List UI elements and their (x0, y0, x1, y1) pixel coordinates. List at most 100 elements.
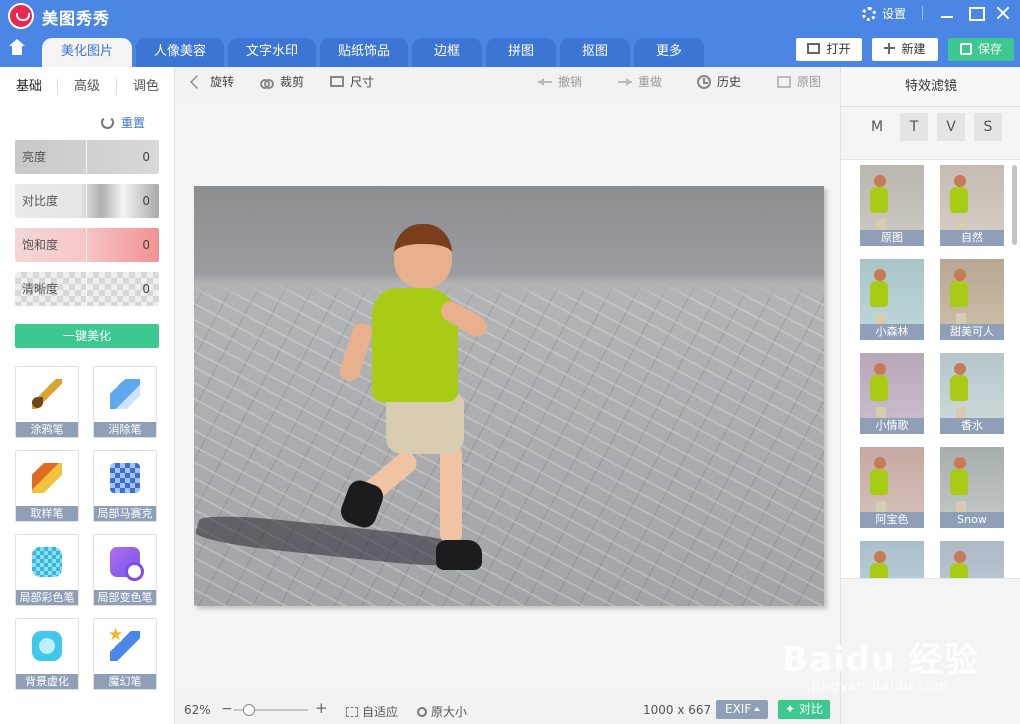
tool-eraser-pen[interactable]: 消除笔 (93, 366, 157, 438)
reset-icon (101, 116, 114, 129)
filter-love-song[interactable]: 小情歌 (860, 353, 924, 434)
subtab-color[interactable]: 调色 (117, 75, 175, 99)
filter-mode-m[interactable]: M (863, 113, 891, 141)
save-button[interactable]: 保存 (948, 38, 1014, 61)
filter-partial[interactable] (860, 541, 924, 578)
tab-more[interactable]: 更多 (634, 38, 704, 67)
filter-snow[interactable]: Snow (940, 447, 1004, 528)
zoom-slider-thumb[interactable] (242, 704, 255, 716)
child-shorts (386, 394, 464, 454)
tab-portrait[interactable]: 人像美容 (136, 38, 224, 67)
tool-label: 消除笔 (94, 422, 156, 437)
contrast-slider[interactable]: 对比度 0 (15, 184, 159, 218)
reset-label: 重置 (121, 116, 146, 130)
filter-abao[interactable]: 阿宝色 (860, 447, 924, 528)
one-click-beautify-button[interactable]: 一键美化 (15, 324, 159, 348)
open-button[interactable]: 打开 (796, 38, 862, 61)
filter-label: 小森林 (860, 324, 924, 340)
background-blur-icon (32, 631, 62, 661)
tool-local-recolor-pen[interactable]: 局部变色笔 (93, 534, 157, 606)
history-button[interactable]: 历史 (697, 73, 741, 90)
fit-icon (346, 706, 358, 717)
exif-label: EXIF (725, 702, 752, 716)
compare-label: 对比 (798, 702, 823, 716)
rotate-label: 旋转 (210, 75, 235, 89)
tool-background-blur[interactable]: 背景虚化 (15, 618, 79, 690)
redo-button[interactable]: 重做 (618, 73, 662, 90)
tool-local-color-pen[interactable]: 局部彩色笔 (15, 534, 79, 606)
minimize-icon[interactable] (938, 4, 956, 22)
filter-mode-s[interactable]: S (974, 113, 1002, 141)
app-title: 美图秀秀 (42, 9, 111, 28)
edited-photo[interactable] (194, 186, 824, 606)
close-icon[interactable] (994, 4, 1012, 22)
running-child (337, 222, 524, 582)
filter-little-forest[interactable]: 小森林 (860, 259, 924, 340)
baidu-watermark: Baidu 经验 (782, 640, 979, 680)
magnifier-icon (417, 706, 427, 717)
save-label: 保存 (977, 42, 1002, 56)
saturation-slider[interactable]: 饱和度 0 (15, 228, 159, 262)
brightness-slider[interactable]: 亮度 0 (15, 140, 159, 174)
zoom-out-icon[interactable]: − (221, 702, 233, 716)
tab-text-watermark[interactable]: 文字水印 (228, 38, 316, 67)
subtab-basic[interactable]: 基础 (0, 75, 58, 99)
save-icon (959, 42, 972, 55)
slider-handle[interactable] (86, 228, 87, 262)
original-button[interactable]: 原图 (777, 73, 821, 90)
filter-perfume[interactable]: 香水 (940, 353, 1004, 434)
redo-arrow-icon (618, 75, 632, 89)
actual-size-button[interactable]: 原大小 (417, 703, 467, 720)
tab-cutout[interactable]: 抠图 (560, 38, 630, 67)
tab-collage[interactable]: 拼图 (486, 38, 556, 67)
tool-label: 涂鸦笔 (16, 422, 78, 437)
filter-list-scrollbar[interactable] (1012, 165, 1017, 245)
maximize-icon[interactable] (966, 4, 985, 22)
crop-button[interactable]: 裁剪 (260, 73, 304, 90)
new-button[interactable]: 新建 (872, 38, 938, 61)
undo-button[interactable]: 撤销 (538, 73, 582, 90)
tool-label: 背景虚化 (16, 674, 78, 689)
filter-label: Snow (940, 512, 1004, 528)
settings-button[interactable]: 设置 (862, 5, 906, 22)
reset-button[interactable]: 重置 (101, 114, 145, 131)
compare-button[interactable]: ✦ 对比 (778, 700, 830, 719)
redo-label: 重做 (638, 75, 663, 89)
fit-to-window-button[interactable]: 自适应 (346, 703, 398, 720)
filter-mode-v[interactable]: V (937, 113, 965, 141)
filter-partial[interactable] (940, 541, 1004, 578)
tool-magic-pen[interactable]: 魔幻笔 (93, 618, 157, 690)
child-head (394, 224, 452, 288)
header-divider (922, 6, 923, 20)
slider-handle[interactable] (86, 184, 87, 218)
tab-beautify[interactable]: 美化图片 (42, 38, 132, 67)
slider-handle[interactable] (86, 140, 87, 174)
tab-frames[interactable]: 边框 (412, 38, 482, 67)
crop-label: 裁剪 (280, 75, 305, 89)
home-button[interactable] (0, 37, 34, 67)
sharpness-slider[interactable]: 清晰度 0 (15, 272, 159, 306)
title-bar: 美图秀秀 设置 美化图片 人像美容 文字水印 贴纸饰品 边框 拼图 抠图 更多 … (0, 0, 1020, 67)
filter-mode-t[interactable]: T (900, 113, 928, 141)
filter-sweet[interactable]: 甜美可人 (940, 259, 1004, 340)
tool-local-mosaic[interactable]: 局部马赛克 (93, 450, 157, 522)
tool-doodle-pen[interactable]: 涂鸦笔 (15, 366, 79, 438)
status-bar: 62% − + 自适应 原大小 1000 x 667 EXIF ✦ 对比 (176, 694, 840, 724)
resize-button[interactable]: 尺寸 (330, 73, 374, 90)
slider-handle[interactable] (86, 272, 87, 306)
tool-label: 局部马赛克 (94, 506, 156, 521)
tool-label: 局部变色笔 (94, 590, 156, 605)
filter-natural[interactable]: 自然 (940, 165, 1004, 246)
home-icon (9, 39, 25, 57)
rotate-button[interactable]: 旋转 (190, 73, 234, 90)
exif-button[interactable]: EXIF (716, 700, 768, 719)
zoom-in-icon[interactable]: + (315, 701, 328, 716)
subtab-advanced[interactable]: 高级 (58, 75, 116, 99)
tool-sample-pen[interactable]: 取样笔 (15, 450, 79, 522)
tab-stickers[interactable]: 贴纸饰品 (320, 38, 408, 67)
eraser-icon (110, 379, 140, 409)
filter-thumbnail (940, 541, 1004, 578)
filter-label: 甜美可人 (940, 324, 1004, 340)
slider-value: 0 (142, 194, 150, 208)
filter-original[interactable]: 原图 (860, 165, 924, 246)
